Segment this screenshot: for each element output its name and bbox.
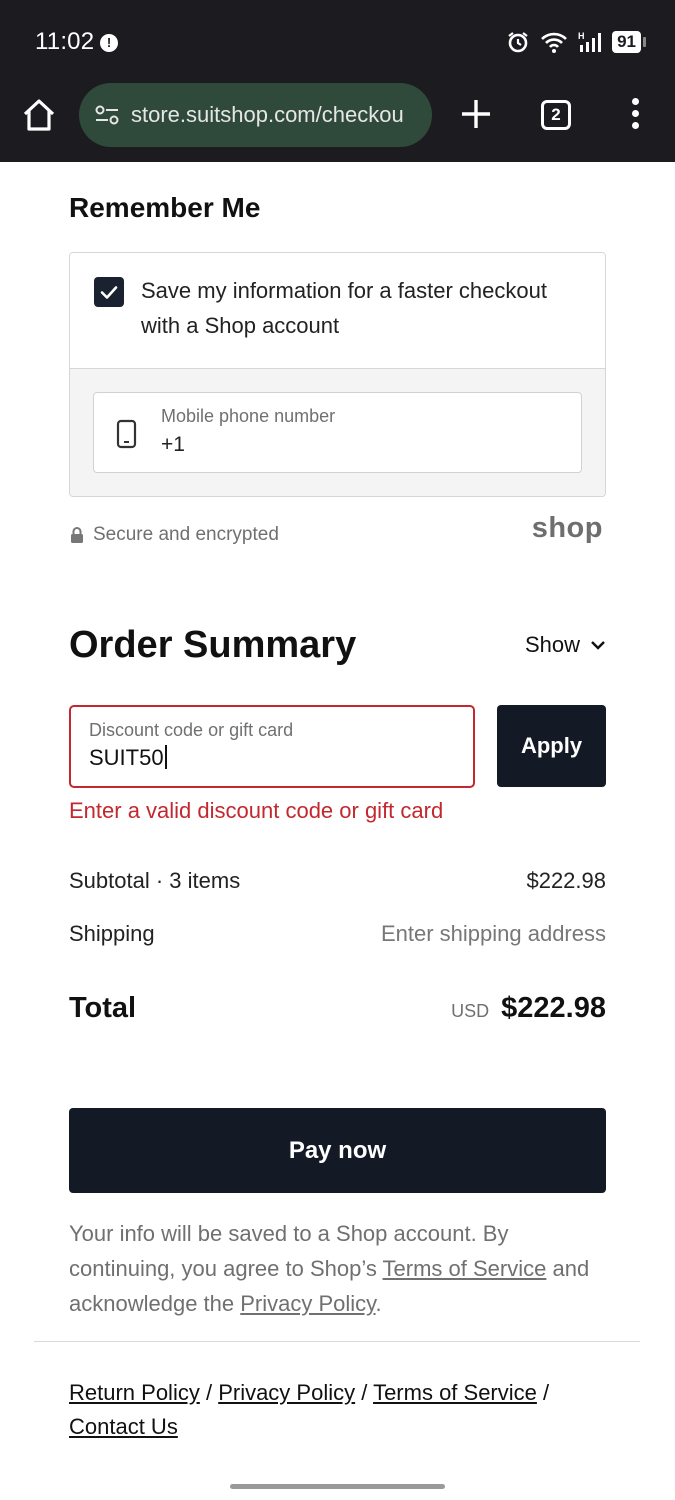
status-time: 11:02 [35, 28, 95, 55]
total-label: Total [69, 992, 137, 1024]
plus-icon[interactable] [458, 96, 494, 132]
shop-logo: shop [531, 512, 603, 544]
shipping-value: Enter shipping address [380, 921, 606, 946]
total-row: Total USD $222.98 [69, 992, 606, 1025]
apply-button[interactable]: Apply [497, 705, 606, 787]
discount-value-text: SUIT50 [89, 745, 164, 770]
save-info-label: Save my information for a faster checkou… [141, 278, 547, 338]
site-settings-icon[interactable] [93, 101, 121, 129]
legal-text-3: . [375, 1291, 382, 1316]
remember-me-box: Save my information for a faster checkou… [69, 252, 606, 497]
browser-chrome: 11:02 ! H 91 store.suitshop.com/checkou … [0, 0, 675, 162]
save-info-row[interactable]: Save my information for a faster checkou… [70, 253, 605, 369]
discount-field-label: Discount code or gift card [89, 720, 294, 740]
footer-terms-link[interactable]: Terms of Service [373, 1380, 537, 1405]
order-summary-heading: Order Summary [69, 624, 357, 666]
footer-separator: / [199, 1380, 219, 1405]
footer-divider [34, 1341, 640, 1342]
subtotal-label: Subtotal · 3 items [69, 868, 241, 893]
home-indicator[interactable] [230, 1484, 445, 1489]
discount-error-message: Enter a valid discount code or gift card [69, 798, 444, 823]
status-icons: H 91 [506, 30, 646, 54]
footer-separator: / [355, 1380, 374, 1405]
secure-note: Secure and encrypted [69, 524, 279, 546]
total-amount: USD $222.98 [451, 992, 606, 1025]
tabs-icon[interactable]: 2 [541, 100, 571, 130]
subtotal-row: Subtotal · 3 items $222.98 [69, 868, 606, 894]
more-vert-icon[interactable] [624, 94, 646, 134]
subtotal-value: $222.98 [526, 868, 606, 893]
secure-text: Secure and encrypted [93, 524, 279, 545]
phone-field-value: +1 [161, 433, 185, 456]
privacy-policy-link[interactable]: Privacy Policy [240, 1291, 375, 1316]
total-value: $222.98 [501, 992, 606, 1024]
wifi-icon [541, 32, 567, 53]
chevron-down-icon [591, 641, 605, 650]
notification-icon: ! [100, 34, 118, 52]
terms-of-service-link[interactable]: Terms of Service [383, 1256, 547, 1281]
phone-section: Mobile phone number +1 [70, 369, 605, 496]
url-bar[interactable]: store.suitshop.com/checkou [79, 83, 432, 147]
alarm-icon [508, 32, 528, 53]
mobile-phone-icon [116, 419, 137, 449]
shipping-row: Shipping Enter shipping address [69, 921, 606, 947]
remember-me-heading: Remember Me [69, 192, 261, 223]
discount-field-value: SUIT50 [89, 745, 167, 771]
signal-icon: H [578, 31, 602, 52]
legal-notice: Your info will be saved to a Shop accoun… [69, 1216, 606, 1321]
save-info-checkbox[interactable] [94, 277, 124, 307]
footer-separator: / [536, 1380, 550, 1405]
battery-icon: 91 [612, 31, 646, 53]
show-label: Show [524, 632, 580, 657]
pay-now-button[interactable]: Pay now [69, 1108, 606, 1193]
currency-code: USD [451, 1001, 490, 1021]
lock-icon [71, 527, 83, 543]
url-text: store.suitshop.com/checkou [131, 102, 404, 127]
checkmark-icon [100, 286, 118, 299]
footer-contact-us-link[interactable]: Contact Us [69, 1414, 178, 1439]
home-icon[interactable] [20, 96, 58, 134]
shipping-label: Shipping [69, 921, 155, 946]
footer-privacy-policy-link[interactable]: Privacy Policy [218, 1380, 355, 1405]
phone-number-field[interactable]: Mobile phone number +1 [93, 392, 582, 473]
browser-toolbar: store.suitshop.com/checkou 2 [0, 80, 675, 150]
phone-field-label: Mobile phone number [161, 406, 336, 426]
footer-links: Return Policy / Privacy Policy / Terms o… [69, 1376, 606, 1444]
text-caret [164, 745, 167, 769]
discount-code-input[interactable]: Discount code or gift card SUIT50 [69, 705, 475, 788]
footer-return-policy-link[interactable]: Return Policy [69, 1380, 200, 1405]
show-order-summary-toggle[interactable]: Show [525, 632, 606, 658]
svg-text:H: H [578, 31, 585, 41]
